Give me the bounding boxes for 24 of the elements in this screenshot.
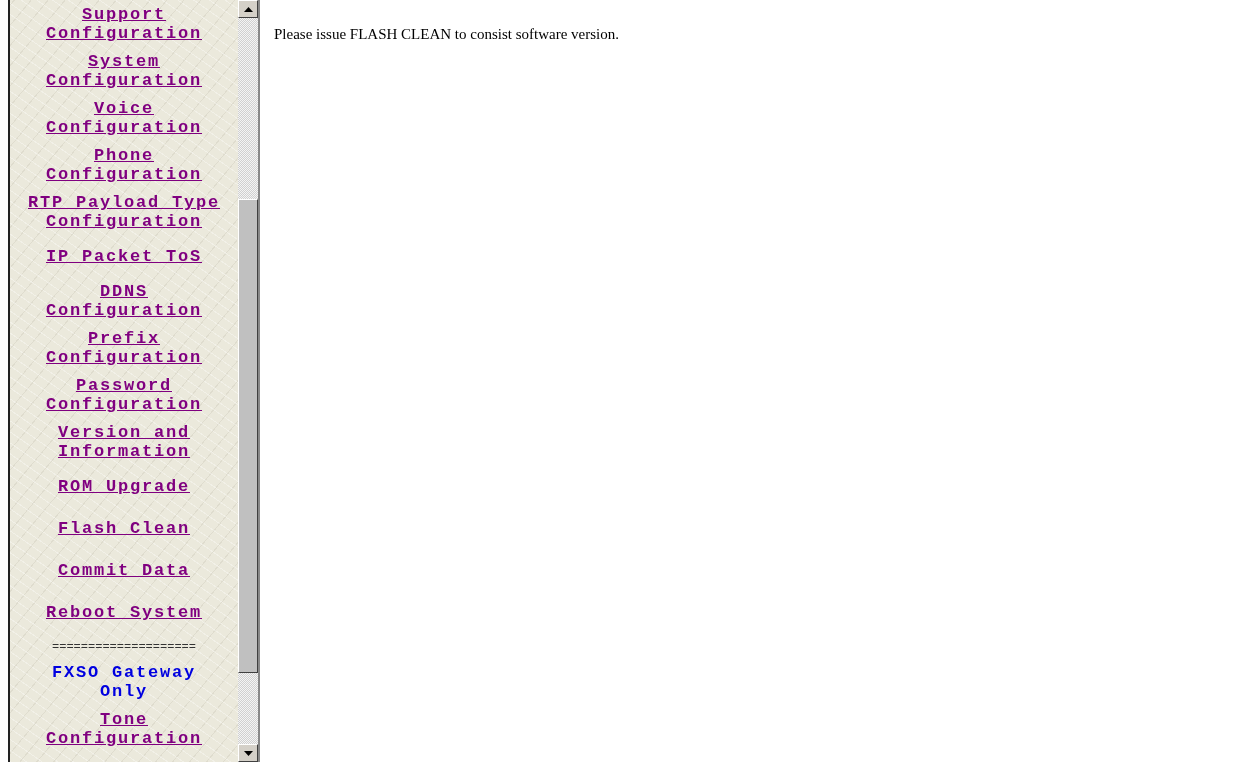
message-text: Please issue FLASH CLEAN to consist software version. [274, 26, 620, 43]
sidebar-link[interactable]: Flash Clean [58, 519, 190, 538]
sidebar-link[interactable]: Commit Data [58, 561, 190, 580]
sidebar-link[interactable]: Voice Configuration [25, 99, 223, 137]
scroll-down-button[interactable] [238, 744, 258, 762]
scroll-thumb[interactable] [238, 198, 258, 674]
sidebar-link[interactable]: System Configuration [25, 52, 223, 90]
section-heading: FXSO Gateway Only [51, 663, 197, 701]
sidebar-link[interactable]: Phone Configuration [25, 146, 223, 184]
sidebar-link[interactable]: ROM Upgrade [58, 477, 190, 496]
sidebar-link[interactable]: Support Configuration [25, 5, 223, 43]
sidebar-link[interactable]: RTP Payload Type Configuration [25, 193, 223, 231]
sidebar-link[interactable]: Prefix Configuration [25, 329, 223, 367]
up-arrow-icon [243, 6, 253, 12]
sidebar-link[interactable]: IP Packet ToS [46, 247, 202, 266]
sidebar-link[interactable]: Reboot System [46, 603, 202, 622]
scroll-up-button[interactable] [238, 0, 258, 18]
sidebar-link[interactable]: Password Configuration [25, 376, 223, 414]
scrollbar[interactable] [238, 0, 258, 762]
down-arrow-icon [243, 750, 253, 756]
separator-text: ==================== [52, 639, 196, 656]
sidebar-link[interactable]: Tone Configuration [25, 710, 223, 748]
sidebar-link[interactable]: Version and Information [25, 423, 223, 461]
sidebar-link[interactable]: DDNS Configuration [25, 282, 223, 320]
